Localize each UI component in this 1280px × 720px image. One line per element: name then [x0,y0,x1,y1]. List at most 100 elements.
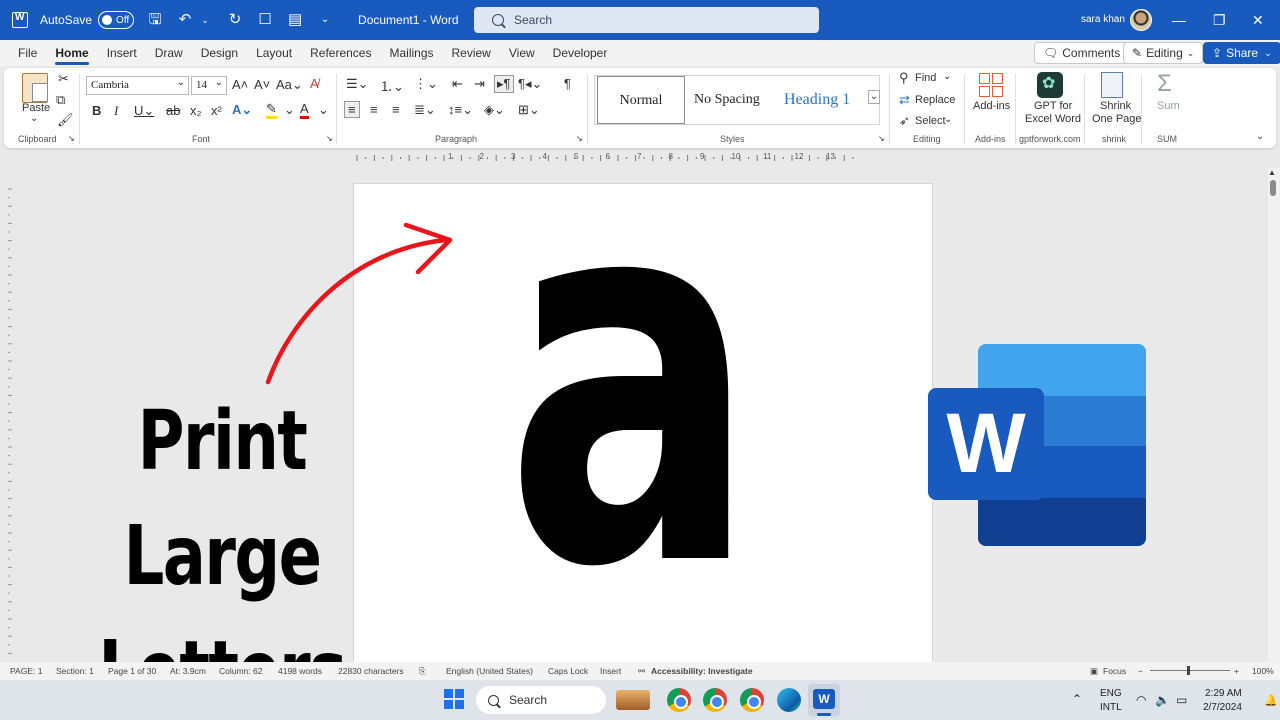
chevron-down-icon[interactable]: ⌄ [196,11,214,29]
scrollbar-thumb[interactable] [1270,180,1276,196]
align-center-icon[interactable]: ≡ [370,102,378,117]
focus-icon[interactable]: ▣ [1090,666,1098,677]
status-words[interactable]: 4198 words [278,666,322,676]
word-app-icon[interactable] [12,12,28,28]
dialog-launcher-icon[interactable]: ↘ [878,134,885,143]
status-zoom[interactable]: 100% [1252,666,1274,676]
gpt-label-line2[interactable]: Excel Word [1025,113,1081,125]
status-section[interactable]: Section: 1 [56,666,94,676]
minimize-icon[interactable]: — [1172,12,1186,28]
zoom-slider-thumb[interactable] [1187,666,1190,675]
decrease-indent-icon[interactable]: ⇤ [452,76,463,92]
shading-icon[interactable]: ◈⌄ [484,102,505,118]
status-insert[interactable]: Insert [600,666,621,676]
subscript-icon[interactable]: x₂ [190,103,202,118]
comments-button[interactable]: 🗨 Comments [1034,42,1130,64]
clock-date[interactable]: 2/7/2024 [1203,702,1242,713]
edge-icon[interactable] [777,688,801,712]
styles-more-icon[interactable]: ⌄ [868,90,880,104]
sum-button[interactable]: Sum [1157,100,1180,112]
word-taskbar-icon[interactable]: W [813,689,835,709]
status-position[interactable]: At: 3.9cm [170,666,206,676]
replace-button[interactable]: Replace [915,94,955,106]
paste-icon[interactable] [22,73,48,103]
dialog-launcher-icon[interactable]: ↘ [68,134,75,143]
vertical-scrollbar[interactable] [1268,168,1280,662]
superscript-icon[interactable]: x² [211,103,222,118]
chrome-icon[interactable] [667,688,691,712]
tab-draw[interactable]: Draw [155,46,183,60]
scroll-up-icon[interactable]: ▲ [1268,168,1276,177]
wifi-icon[interactable]: ◠ [1136,693,1146,707]
highlight-icon[interactable]: ✎ [266,102,277,119]
language-line1[interactable]: ENG [1100,688,1122,699]
tab-review[interactable]: Review [452,46,491,60]
select-button[interactable]: Select [915,115,946,127]
tab-file[interactable]: File [18,46,37,60]
redo-icon[interactable]: ↻ [226,11,244,29]
chevron-down-icon[interactable]: ⌄ [944,114,952,125]
shrink-label-line1[interactable]: Shrink [1100,100,1131,112]
tab-mailings[interactable]: Mailings [389,46,433,60]
vertical-ruler[interactable] [4,185,14,660]
align-left-icon[interactable]: ≡ [344,101,360,118]
grow-font-icon[interactable]: A˄ [232,77,248,92]
change-case-icon[interactable]: Aa⌄ [276,77,303,93]
tab-view[interactable]: View [509,46,535,60]
avatar[interactable] [1130,9,1152,31]
font-color-icon[interactable]: A [300,102,309,119]
strikethrough-icon[interactable]: ab [166,103,180,118]
clock-time[interactable]: 2:29 AM [1205,688,1242,699]
windows-start-icon[interactable] [444,689,464,709]
gpt-icon[interactable] [1037,72,1063,98]
widget-thumbnail-icon[interactable] [616,690,650,710]
shrink-page-icon[interactable] [1101,72,1123,98]
text-effects-icon[interactable]: A⌄ [232,102,252,118]
zoom-in-icon[interactable]: + [1234,666,1239,676]
tab-insert[interactable]: Insert [107,46,137,60]
zoom-out-icon[interactable]: − [1138,666,1143,676]
notification-icon[interactable]: 🔔 [1264,694,1278,707]
tab-developer[interactable]: Developer [553,46,608,60]
tab-home[interactable]: Home [55,46,90,65]
chevron-down-icon[interactable]: ⌄ [318,102,329,118]
align-right-icon[interactable]: ≡ [392,102,400,117]
status-column[interactable]: Column: 62 [219,666,262,676]
sum-icon[interactable]: Σ [1157,70,1172,98]
status-page[interactable]: PAGE: 1 [10,666,42,676]
customize-toolbar-icon[interactable]: ⌄ [316,11,334,29]
chrome-icon[interactable] [740,688,764,712]
tab-layout[interactable]: Layout [256,46,292,60]
chevron-down-icon[interactable]: ⌄ [30,113,38,124]
select-cursor-icon[interactable]: ➶ [899,113,910,129]
status-focus[interactable]: Focus [1103,666,1126,676]
clear-formatting-icon[interactable]: A̸ [310,76,319,91]
status-characters[interactable]: 22830 characters [338,666,404,676]
accessibility-icon[interactable]: ⚯ [638,666,645,677]
addins-button[interactable]: Add-ins [973,100,1010,112]
volume-icon[interactable]: 🔈 [1155,693,1170,707]
status-accessibility[interactable]: Accessibility: Investigate [651,666,753,676]
replace-icon[interactable]: ⇄ [899,92,910,108]
italic-icon[interactable]: I [114,103,118,119]
cut-icon[interactable]: ✂ [58,71,69,87]
restore-icon[interactable]: ❐ [1213,12,1226,29]
close-icon[interactable]: ✕ [1252,12,1264,29]
multilevel-list-icon[interactable]: ⋮⌄ [414,76,438,92]
share-button[interactable]: ⇪ Share ⌄ [1203,42,1280,64]
save-icon[interactable]: 🖫 [146,11,164,29]
bullets-icon[interactable]: ☰⌄ [346,76,369,92]
status-language[interactable]: English (United States) [446,666,533,676]
gpt-label-line1[interactable]: GPT for [1034,100,1072,112]
tab-references[interactable]: References [310,46,371,60]
format-painter-icon[interactable]: 🖌 [57,112,74,128]
user-name[interactable]: sara khan [1081,14,1125,25]
dialog-launcher-icon[interactable]: ↘ [326,134,333,143]
font-name-select[interactable]: Cambria [86,74,189,95]
undo-icon[interactable]: ↶ [176,11,194,29]
find-button[interactable]: Find [915,72,936,84]
underline-icon[interactable]: U⌄ [134,103,154,119]
collapse-ribbon-icon[interactable]: ⌄ [1256,131,1264,142]
copy-icon[interactable]: ⧉ [56,92,65,108]
status-page-of[interactable]: Page 1 of 30 [108,666,156,676]
